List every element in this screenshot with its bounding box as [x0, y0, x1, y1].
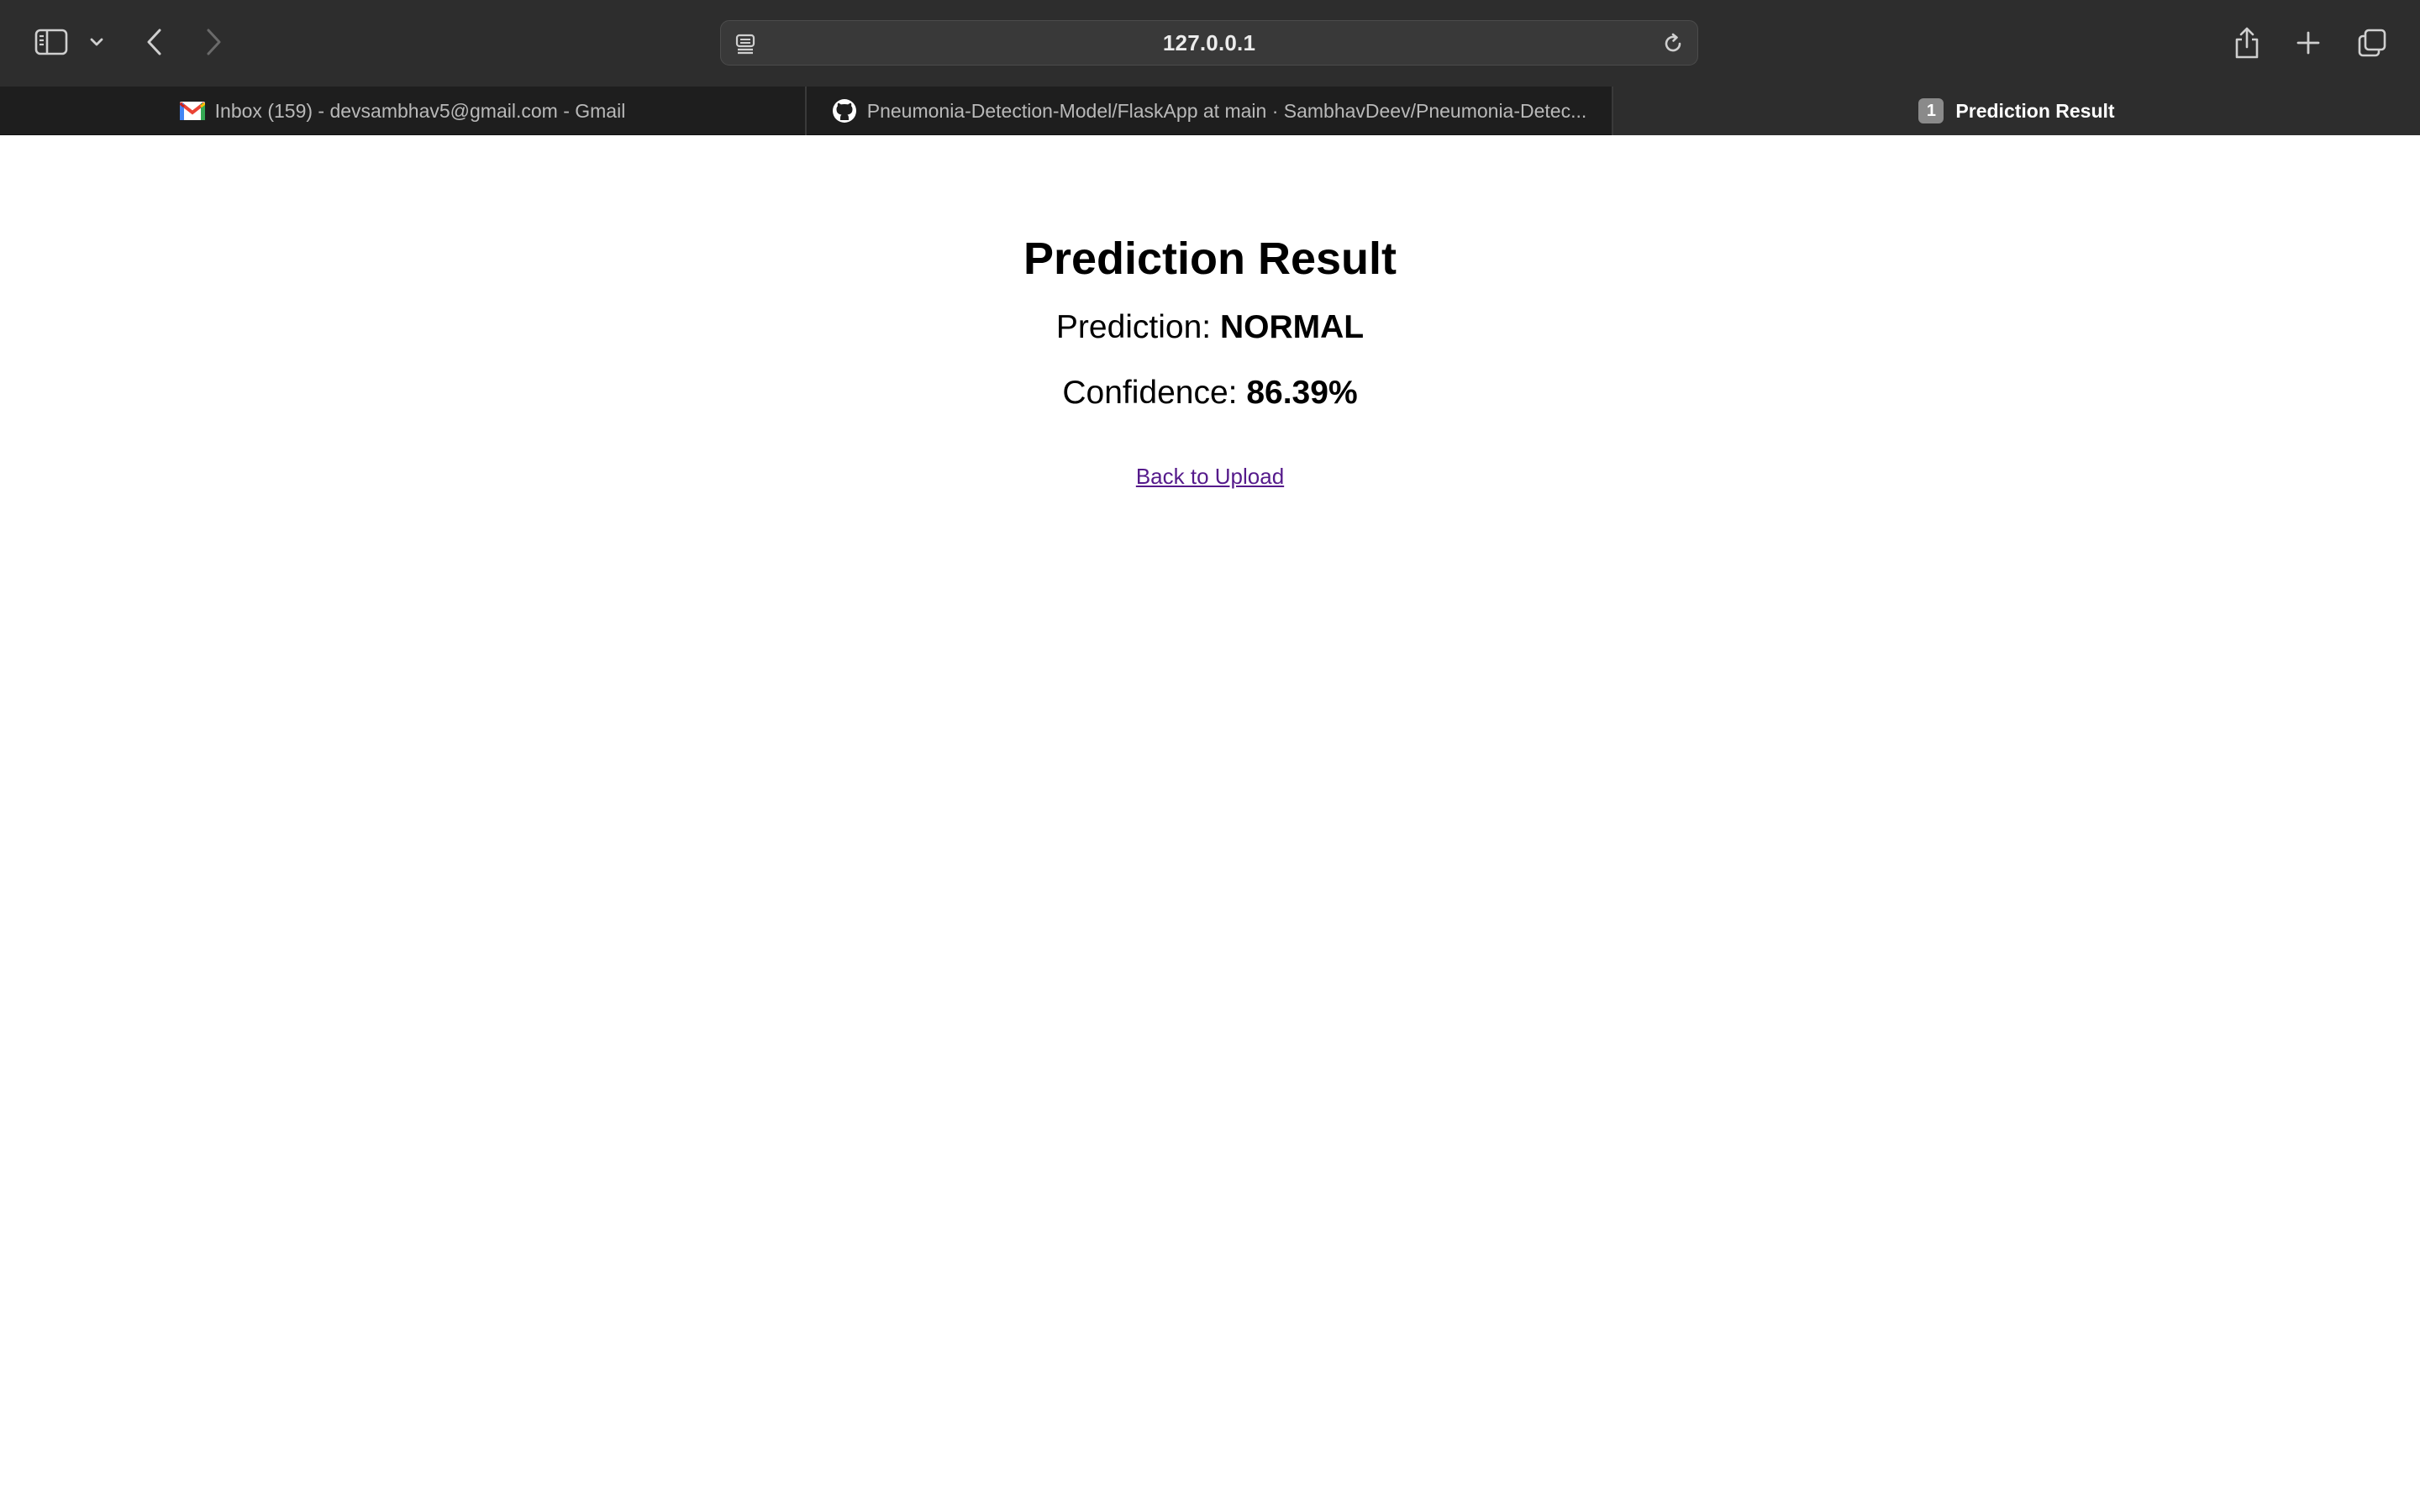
browser-toolbar: 127.0.0.1 [0, 0, 2420, 87]
plus-icon [2296, 31, 2320, 55]
new-tab-button[interactable] [2292, 27, 2324, 59]
share-icon [2235, 27, 2259, 59]
url-text[interactable]: 127.0.0.1 [721, 21, 1697, 65]
sidebar-icon [34, 29, 68, 55]
forward-arrow-icon [207, 29, 221, 55]
back-button[interactable] [139, 25, 170, 59]
page-title: Prediction Result [1023, 234, 1397, 284]
reload-icon [1665, 33, 1681, 52]
confidence-label: Confidence: [1062, 375, 1247, 411]
back-arrow-icon [147, 29, 161, 55]
confidence-line: Confidence: 86.39% [0, 373, 2420, 413]
back-to-upload-link[interactable]: Back to Upload [1136, 464, 1284, 489]
sidebar-toggle-button[interactable] [32, 25, 71, 59]
address-bar[interactable]: 127.0.0.1 [720, 20, 1698, 66]
back-link-container: Back to Upload [0, 463, 2420, 490]
page-content: Prediction Result Prediction: NORMAL Con… [0, 135, 2420, 1512]
share-button[interactable] [2230, 24, 2264, 62]
tabs-overview-icon [2358, 29, 2386, 57]
tab-prediction-result[interactable]: 1 Prediction Result [1613, 87, 2420, 135]
tabs-overview-button[interactable] [2354, 25, 2390, 60]
tab-group-menu-button[interactable] [86, 30, 108, 54]
tab-number-badge: 1 [1918, 98, 1944, 123]
prediction-value: NORMAL [1219, 309, 1365, 345]
github-icon [832, 98, 857, 123]
prediction-line: Prediction: NORMAL [0, 307, 2420, 348]
tab-bar: Inbox (159) - devsambhav5@gmail.com - Gm… [0, 87, 2420, 135]
confidence-value: 86.39% [1246, 375, 1358, 411]
tab-label: Prediction Result [1955, 99, 2115, 122]
reload-button[interactable] [1660, 31, 1686, 56]
chevron-down-icon [90, 38, 103, 46]
tab-gmail[interactable]: Inbox (159) - devsambhav5@gmail.com - Gm… [0, 87, 807, 135]
prediction-label: Prediction: [1055, 309, 1220, 345]
tab-label: Inbox (159) - devsambhav5@gmail.com - Gm… [214, 99, 626, 122]
tab-label: Pneumonia-Detection-Model/FlaskApp at ma… [866, 99, 1587, 122]
browser-window: 127.0.0.1 Inbox (159) - devsambhav5@gmai… [0, 0, 2420, 1512]
gmail-icon [179, 98, 205, 123]
tab-github[interactable]: Pneumonia-Detection-Model/FlaskApp at ma… [807, 87, 1613, 135]
forward-button[interactable] [198, 25, 229, 59]
